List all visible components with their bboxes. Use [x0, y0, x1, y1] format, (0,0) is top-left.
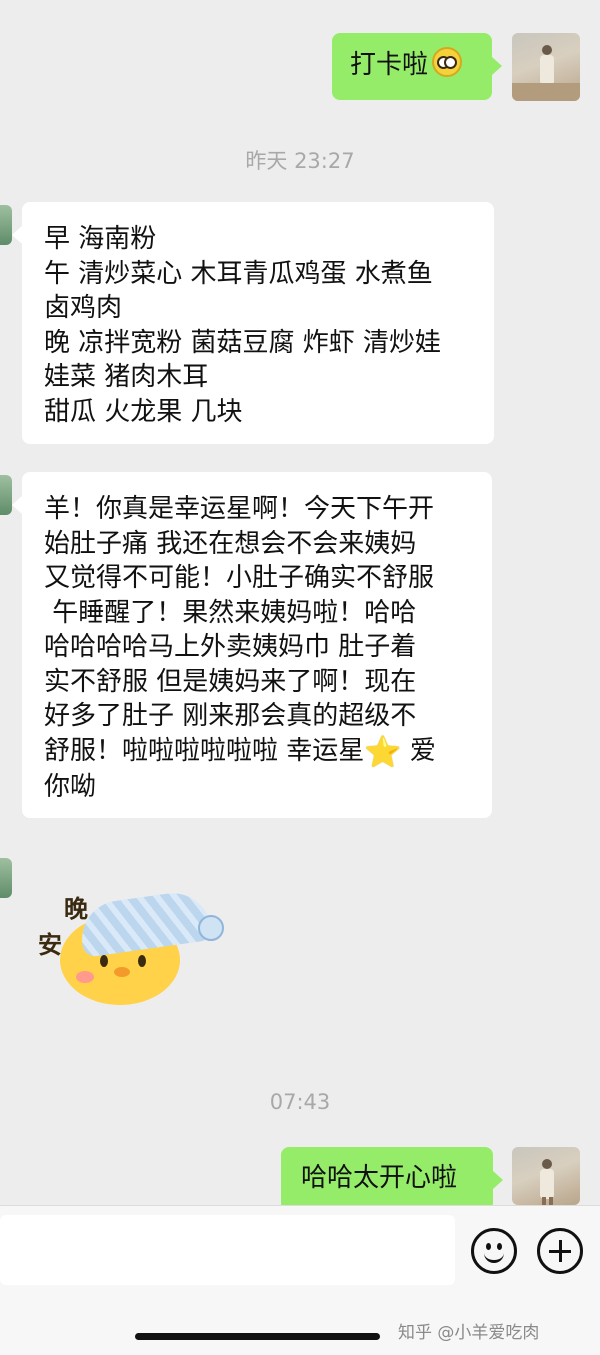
my-avatar[interactable] [512, 33, 580, 101]
message-bubble-incoming[interactable]: 早 海南粉 午 清炒菜心 木耳青瓜鸡蛋 水煮鱼 卤鸡肉 晚 凉拌宽粉 菌菇豆腐 … [12, 202, 494, 444]
smiley-icon [486, 1243, 491, 1250]
sticker-text: 安 [38, 931, 62, 959]
message-line: 午 清炒菜心 木耳青瓜鸡蛋 水煮鱼 [44, 258, 433, 289]
message-line: 午睡醒了！果然来姨妈啦！哈哈 [44, 597, 417, 628]
star-emoji-icon: ⭐ [364, 734, 402, 770]
message-line: 实不舒服 但是姨妈来了啊！现在 [44, 666, 417, 697]
avatar-figure-icon [542, 45, 552, 55]
emoji-button[interactable] [471, 1228, 517, 1274]
message-line: 好多了肚子 刚来那会真的超级不 [44, 701, 417, 731]
nightcap-icon [77, 888, 213, 958]
message-line: 晚 凉拌宽粉 菌菇豆腐 炸虾 清炒娃 [44, 327, 442, 358]
timestamp: 昨天 23:27 [245, 149, 355, 173]
message-line: 始肚子痛 我还在想会不会来姨妈 [44, 528, 417, 559]
message-text: 爱 [401, 735, 436, 766]
home-indicator[interactable] [135, 1333, 380, 1340]
message-line: 羊！你真是幸运星啊！今天下午开 [44, 494, 435, 524]
good-night-sticker[interactable]: 晚 安 [30, 885, 224, 1005]
message-line: 哈哈哈哈马上外卖姨妈巾 肚子着 [44, 632, 417, 662]
watermark: 知乎 @小羊爱吃肉 [398, 1323, 540, 1343]
timestamp: 07:43 [269, 1090, 331, 1114]
message-line: 又觉得不可能！小肚子确实不舒服 [44, 563, 435, 593]
message-bubble-incoming[interactable]: 羊！你真是幸运星啊！今天下午开 始肚子痛 我还在想会不会来姨妈 又觉得不可能！小… [12, 472, 492, 818]
contact-avatar[interactable] [0, 475, 12, 515]
message-line: 甜瓜 火龙果 几块 [44, 396, 243, 427]
message-line: 娃菜 猪肉木耳 [44, 362, 209, 392]
message-line: 舒服！啦啦啦啦啦啦 幸运星⭐ 爱 [44, 734, 470, 771]
message-text: 哈哈太开心啦 [301, 1163, 458, 1193]
sticker-text: 晚 [64, 895, 88, 923]
message-line: 卤鸡肉 [44, 293, 123, 323]
message-input[interactable] [0, 1215, 455, 1285]
avatar-figure-icon [542, 1159, 552, 1169]
message-text: 舒服！啦啦啦啦啦啦 幸运星 [44, 735, 365, 766]
message-line: 早 海南粉 [44, 224, 157, 254]
contact-avatar[interactable] [0, 205, 12, 245]
more-button[interactable] [537, 1228, 583, 1274]
message-text: 打卡啦 [350, 50, 429, 80]
dizzy-face-emoji-icon [432, 47, 463, 77]
message-bubble-outgoing[interactable]: 哈哈太开心啦 [281, 1147, 503, 1211]
message-line: 你呦 [44, 772, 97, 802]
my-avatar[interactable] [512, 1147, 580, 1205]
contact-avatar[interactable] [0, 858, 12, 898]
message-bubble-outgoing[interactable]: 打卡啦 [332, 33, 502, 100]
